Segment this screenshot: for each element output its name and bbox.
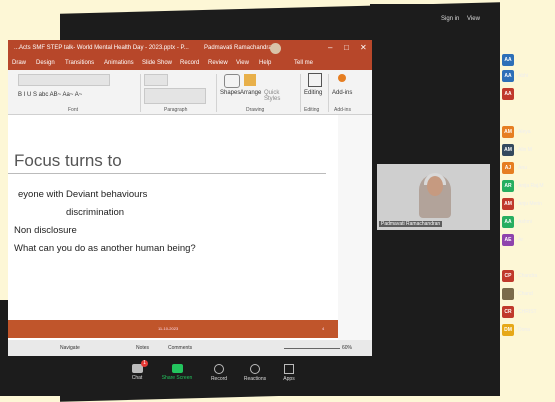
list-item[interactable]: AR Anija Raj.M (499, 180, 555, 194)
ppt-titlebar: ...Acts SMF STEP talk- World Mental Heal… (8, 40, 372, 57)
zoom-window-bg-right (370, 4, 500, 164)
ppt-title: ...Acts SMF STEP talk- World Mental Heal… (14, 45, 189, 51)
shapes-icon[interactable] (224, 74, 240, 88)
search-icon[interactable] (308, 73, 322, 87)
shapes-button[interactable]: Shapes (220, 90, 240, 96)
list-item[interactable]: AA (499, 54, 555, 68)
list-item[interactable]: AA Abhi (499, 70, 555, 84)
minimize-icon[interactable]: – (328, 43, 332, 52)
font-size-box[interactable] (144, 74, 168, 86)
list-item[interactable]: AM Alin M (499, 144, 555, 158)
paragraph-buttons[interactable] (144, 88, 206, 104)
group-paragraph-label: Paragraph (164, 107, 188, 113)
group-drawing-label: Drawing (246, 107, 265, 113)
avatar (502, 288, 514, 300)
share-screen-button[interactable]: Share Screen (160, 364, 194, 381)
person-face (427, 176, 443, 196)
footer-date: 11-10-2023 (158, 326, 179, 331)
group-add-ins-label: Add-ins (334, 107, 351, 113)
slide-bullet-4: What can you do as another human being? (14, 243, 196, 254)
record-button[interactable]: Record (202, 364, 236, 382)
slide-bullet-2: discrimination (66, 207, 125, 218)
vertical-scrollbar[interactable] (338, 115, 372, 353)
add-ins-button[interactable]: Add-ins (332, 90, 352, 96)
tab-review[interactable]: Review (208, 60, 228, 66)
slide-title: Focus turns to (14, 151, 122, 170)
status-left: Navigate (60, 345, 80, 351)
close-icon[interactable]: ✕ (360, 43, 367, 52)
editing-button[interactable]: Editing (304, 90, 322, 96)
sign-in-link[interactable]: Sign in (441, 16, 459, 22)
chat-badge: 1 (141, 360, 148, 367)
comments-button[interactable]: Comments (168, 345, 192, 351)
slide-footer: 11-10-2023 4 (8, 320, 338, 338)
font-name-box[interactable] (18, 74, 110, 86)
tab-help[interactable]: Help (259, 60, 271, 66)
group-font-label: Font (68, 107, 79, 113)
zoom-level[interactable]: 60% (342, 345, 352, 351)
zoom-slider[interactable] (284, 348, 340, 349)
list-item[interactable]: DM Dona (499, 324, 555, 338)
notes-button[interactable]: Notes (136, 345, 149, 351)
font-format-row[interactable]: B I U S abc AB~ Aa~ A~ (18, 92, 82, 98)
list-item[interactable]: AM Anju Merin (499, 198, 555, 212)
avatar[interactable] (270, 43, 281, 54)
list-item[interactable]: Chand (499, 288, 555, 302)
slide-bullet-3: Non disclosure (14, 225, 77, 236)
reactions-button[interactable]: Reactions (238, 364, 272, 382)
list-item[interactable]: CP Chandra (499, 270, 555, 284)
tell-me-search[interactable]: Tell me (294, 60, 313, 66)
ppt-statusbar: Navigate Notes Comments 60% (8, 340, 372, 356)
record-icon (214, 364, 224, 374)
tab-animations[interactable]: Animations (104, 60, 134, 66)
view-button[interactable]: View (467, 16, 480, 22)
video-name-label: Padmavati Ramachandran (379, 221, 443, 227)
list-item[interactable]: AA (499, 88, 555, 102)
quick-styles-button[interactable]: Quick Styles (264, 90, 286, 102)
ppt-menubar: Draw Design Transitions Animations Slide… (8, 57, 372, 70)
participants-list: AA AA Abhi AA AM Aleya AM Alin M AJ Anu AR An… (499, 0, 555, 396)
list-item[interactable]: CR CHRIST (499, 306, 555, 320)
group-editing-label: Editing (304, 107, 320, 113)
tab-transitions[interactable]: Transitions (65, 60, 94, 66)
participant-video[interactable]: Padmavati Ramachandran (377, 164, 490, 230)
ppt-user: Padmavati Ramachandran (204, 45, 276, 51)
list-item[interactable]: AA Ashmi (499, 216, 555, 230)
list-item[interactable]: AM Aleya (499, 126, 555, 140)
list-item[interactable]: AE Ar (499, 234, 555, 248)
reactions-icon (250, 364, 260, 374)
powerpoint-window: ...Acts SMF STEP talk- World Mental Heal… (8, 40, 372, 356)
tab-design[interactable]: Design (36, 60, 55, 66)
tab-view[interactable]: View (236, 60, 249, 66)
chat-button[interactable]: Chat (120, 364, 154, 381)
share-screen-icon (171, 364, 183, 373)
slide-bullet-1: eyone with Deviant behaviours (18, 189, 148, 200)
footer-page: 4 (322, 326, 325, 331)
add-ins-icon[interactable] (338, 74, 346, 82)
ppt-ribbon: B I U S abc AB~ Aa~ A~ Shapes Arrange Qu… (8, 70, 372, 115)
slide-canvas[interactable]: Focus turns to eyone with Deviant behavi… (8, 115, 338, 353)
list-item[interactable]: AJ Anu (499, 162, 555, 176)
apps-button[interactable]: Apps (272, 364, 306, 382)
apps-icon (284, 364, 294, 374)
tab-slide-show[interactable]: Slide Show (142, 60, 172, 66)
arrange-button[interactable]: Arrange (240, 90, 261, 96)
arrange-icon[interactable] (244, 74, 256, 86)
tab-draw[interactable]: Draw (12, 60, 26, 66)
maximize-icon[interactable]: □ (344, 43, 349, 52)
tab-record[interactable]: Record (180, 60, 199, 66)
